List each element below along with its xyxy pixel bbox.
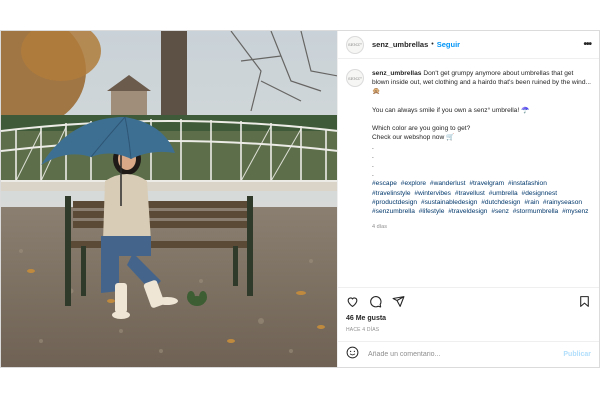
- instagram-page: SENZ° senz_umbrellas • Seguir ••• SENZ° …: [0, 0, 600, 400]
- hashtag-link[interactable]: #wanderlust: [430, 180, 466, 187]
- hashtag-link[interactable]: #travellust: [455, 190, 485, 197]
- caption-gap: [372, 97, 591, 106]
- caption-username[interactable]: senz_umbrellas: [372, 70, 421, 77]
- hashtags: #escape #explore #wanderlust #travelgram…: [372, 179, 591, 216]
- caption-dot: .: [372, 143, 374, 151]
- photo-illustration: [1, 31, 337, 367]
- hashtag-link[interactable]: #mysenz: [562, 208, 588, 215]
- separator-dot: •: [431, 41, 434, 48]
- comment-bar: Publicar: [338, 341, 599, 367]
- hashtag-link[interactable]: #sustainabledesign: [421, 199, 477, 206]
- caption-dot: .: [372, 171, 374, 179]
- hashtag-link[interactable]: #escape: [372, 180, 397, 187]
- likes-count[interactable]: 46 Me gusta: [338, 315, 599, 322]
- heart-icon[interactable]: [346, 295, 359, 308]
- hashtag-link[interactable]: #travelgram: [469, 180, 504, 187]
- hashtag-link[interactable]: #senzumbrella: [372, 208, 415, 215]
- avatar-text: SENZ°: [348, 42, 362, 47]
- hashtag-link[interactable]: #rainyseason: [543, 199, 582, 206]
- caption-text-4: Check our webshop now 🛒: [372, 134, 455, 142]
- hashtag-link[interactable]: #rain: [524, 199, 539, 206]
- username-link[interactable]: senz_umbrellas: [372, 40, 428, 49]
- post-photo[interactable]: [1, 31, 337, 367]
- hashtag-link[interactable]: #senz: [491, 208, 509, 215]
- post-header: SENZ° senz_umbrellas • Seguir •••: [338, 31, 599, 59]
- hashtag-link[interactable]: #dutchdesign: [481, 199, 520, 206]
- comment-icon[interactable]: [369, 295, 382, 308]
- hashtag-link[interactable]: #productdesign: [372, 199, 417, 206]
- hashtag-link[interactable]: #travelinstyle: [372, 190, 410, 197]
- caption-line-1: senz_umbrellas Don't get grumpy anymore …: [372, 69, 591, 97]
- follow-button[interactable]: Seguir: [437, 40, 460, 49]
- publish-button[interactable]: Publicar: [563, 351, 591, 358]
- hashtag-link[interactable]: #instafashion: [508, 180, 547, 187]
- caption-area: SENZ° senz_umbrellas Don't get grumpy an…: [338, 59, 599, 287]
- emoji-icon[interactable]: [346, 346, 359, 364]
- hashtag-link[interactable]: #umbrella: [489, 190, 518, 197]
- caption-avatar[interactable]: SENZ°: [346, 69, 364, 87]
- caption-dot: .: [372, 152, 374, 160]
- caption-gap: [372, 115, 591, 124]
- caption-text-2: You can always smile if you own a senz° …: [372, 106, 530, 114]
- more-dots-icon[interactable]: •••: [583, 39, 591, 50]
- avatar[interactable]: SENZ°: [346, 35, 364, 54]
- post-modal: SENZ° senz_umbrellas • Seguir ••• SENZ° …: [0, 30, 600, 368]
- bookmark-icon[interactable]: [578, 295, 591, 308]
- action-bar: [338, 287, 599, 315]
- hashtag-link[interactable]: #designnest: [522, 190, 558, 197]
- hashtag-link[interactable]: #stormumbrella: [513, 208, 558, 215]
- caption: senz_umbrellas Don't get grumpy anymore …: [372, 69, 591, 287]
- post-side-panel: SENZ° senz_umbrellas • Seguir ••• SENZ° …: [337, 31, 599, 367]
- caption-dot: .: [372, 162, 374, 169]
- caption-text-3: Which color are you going to get?: [372, 125, 471, 133]
- caption-time: 4 días: [372, 224, 387, 231]
- hashtag-link[interactable]: #traveldesign: [448, 208, 487, 215]
- post-date: HACE 4 DÍAS: [346, 327, 380, 333]
- hashtag-link[interactable]: #wintervibes: [414, 190, 451, 197]
- hashtag-link[interactable]: #explore: [401, 180, 426, 187]
- comment-input[interactable]: [368, 351, 564, 358]
- caption-avatar-text: SENZ°: [348, 75, 362, 81]
- send-icon[interactable]: [392, 295, 405, 308]
- hashtag-link[interactable]: #lifestyle: [419, 208, 445, 215]
